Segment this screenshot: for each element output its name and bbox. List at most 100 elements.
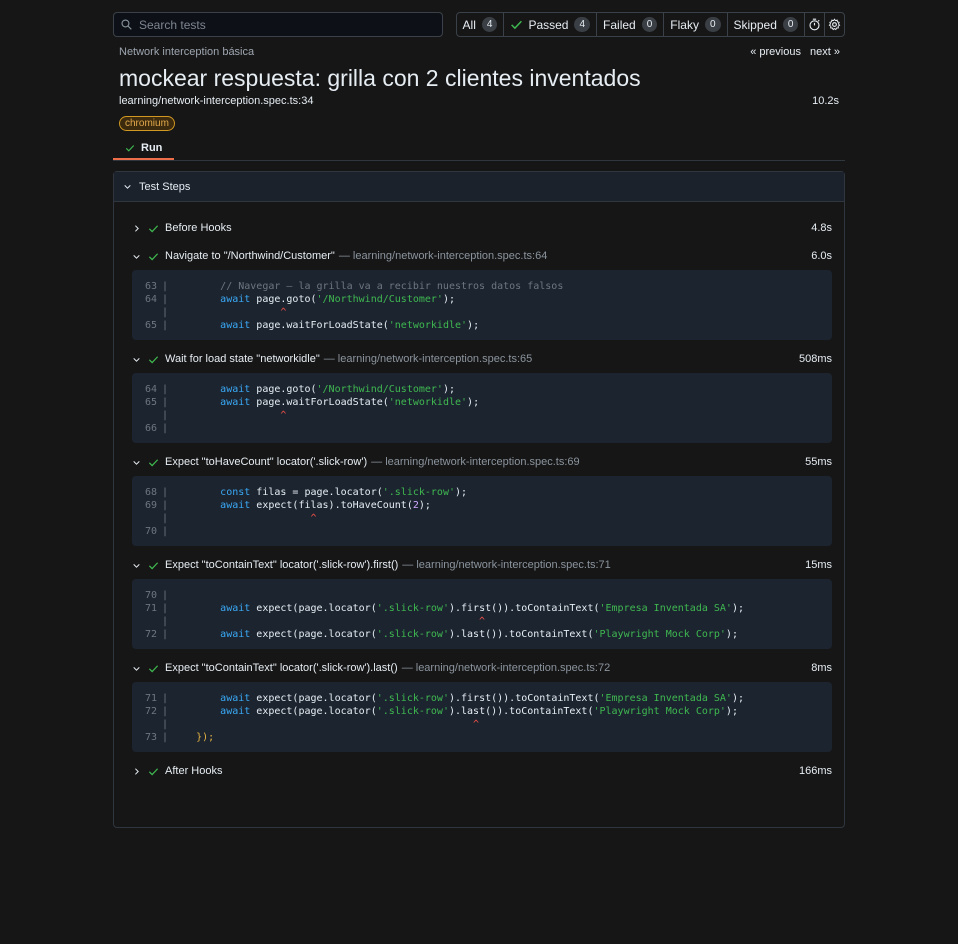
filter-failed[interactable]: Failed 0 [597, 13, 665, 36]
suite-name: Network interception básica [119, 46, 255, 58]
filter-flaky[interactable]: Flaky 0 [664, 13, 728, 36]
code-snippet: 68 | const filas = page.locator('.slick-r… [132, 476, 832, 546]
top-bar: All 4 Passed 4 Failed 0 Flaky 0 Skipped 0 [113, 12, 845, 37]
chevron-right-icon [135, 224, 139, 232]
line-number: 63 [144, 281, 157, 292]
search-box[interactable] [113, 12, 443, 37]
step-expect-have-count[interactable]: Expect "toHaveCount" locator('.slick-row… [114, 448, 844, 476]
code-line: 70 | [132, 525, 832, 538]
step-expect-contain-text-last[interactable]: Expect "toContainText" locator('.slick-r… [114, 654, 844, 682]
step-location[interactable]: — learning/network-interception.spec.ts:… [402, 662, 611, 674]
step-label: After Hooks [165, 765, 223, 777]
check-icon [148, 252, 159, 260]
code-text: 'networkidle' [388, 320, 468, 331]
step-location[interactable]: — learning/network-interception.spec.ts:… [402, 559, 611, 571]
line-number: 70 [144, 590, 157, 601]
gutter: | [162, 500, 169, 511]
gear-icon [828, 18, 841, 31]
line-number: 72 [144, 629, 157, 640]
gutter: | [162, 281, 169, 292]
gutter: | [162, 423, 169, 434]
check-icon [148, 224, 159, 232]
code-text: '.slick-row' [376, 706, 449, 717]
code-text: ); [467, 320, 480, 331]
step-duration: 8ms [811, 662, 832, 674]
step-duration: 15ms [805, 559, 832, 571]
filter-count: 4 [574, 17, 591, 32]
code-text: const [220, 487, 251, 498]
search-input[interactable] [139, 17, 439, 32]
filter-passed[interactable]: Passed 4 [504, 13, 598, 36]
speedboard-button[interactable] [805, 13, 825, 36]
gutter: | [162, 590, 169, 601]
step-expect-contain-text-first[interactable]: Expect "toContainText" locator('.slick-r… [114, 551, 844, 579]
code-text: 'Playwright Mock Corp' [593, 629, 726, 640]
stopwatch-icon [809, 18, 820, 31]
step-location[interactable]: — learning/network-interception.spec.ts:… [371, 456, 580, 468]
check-icon [148, 355, 159, 363]
line-number: 66 [144, 423, 157, 434]
tab-run[interactable]: Run [113, 137, 175, 160]
step-after-hooks[interactable]: After Hooks 166ms [114, 757, 844, 785]
settings-button[interactable] [825, 13, 844, 36]
step-label: Expect "toHaveCount" locator('.slick-row… [165, 456, 368, 468]
code-text: '.slick-row' [376, 629, 449, 640]
code-text: ); [725, 706, 738, 717]
code-text: ); [442, 384, 455, 395]
next-link[interactable]: next » [810, 46, 840, 58]
project-tag[interactable]: chromium [119, 116, 175, 131]
search-icon [121, 19, 132, 30]
code-text: ); [418, 500, 431, 511]
line-number: 68 [144, 487, 157, 498]
line-number: 65 [144, 397, 157, 408]
chevron-down-icon [133, 460, 140, 465]
gutter: | [162, 513, 169, 524]
line-number: 71 [144, 693, 157, 704]
filter-label: Skipped [733, 17, 777, 32]
step-duration: 4.8s [811, 222, 832, 234]
line-number: 73 [144, 732, 157, 743]
code-text: ); [467, 397, 480, 408]
step-label: Expect "toContainText" locator('.slick-r… [165, 559, 399, 571]
code-line: 64 | await page.goto('/Northwind/Customer… [132, 383, 832, 396]
step-label: Wait for load state "networkidle" [165, 353, 320, 365]
code-snippet: 63 | // Navegar — la grilla va a recibir … [132, 270, 832, 340]
error-caret: ^ [479, 616, 486, 627]
page-title: mockear respuesta: grilla con 2 clientes… [119, 65, 641, 91]
step-location[interactable]: — learning/network-interception.spec.ts:… [324, 353, 533, 365]
code-snippet: 71 | await expect(page.locator('.slick-ro… [132, 682, 832, 752]
code-line: | ^ [132, 409, 832, 422]
step-label: Navigate to "/Northwind/Customer" [165, 250, 335, 262]
filter-skipped[interactable]: Skipped 0 [728, 13, 806, 36]
check-icon [148, 561, 159, 569]
chevron-down-icon [133, 563, 140, 568]
code-text: ); [454, 487, 468, 498]
test-file-location: learning/network-interception.spec.ts:34 [119, 95, 314, 107]
test-steps-panel: Test Steps Before Hooks 4.8s Navigate to… [113, 171, 845, 828]
step-location[interactable]: — learning/network-interception.spec.ts:… [339, 250, 548, 262]
code-text: expect(page.locator( [250, 603, 377, 614]
step-before-hooks[interactable]: Before Hooks 4.8s [114, 214, 844, 242]
code-text: '.slick-row' [376, 693, 449, 704]
file-row: learning/network-interception.spec.ts:34… [113, 95, 845, 109]
filter-all[interactable]: All 4 [457, 13, 505, 36]
step-wait-load-state[interactable]: Wait for load state "networkidle" — lear… [114, 345, 844, 373]
code-text: ).last()).toContainText( [448, 706, 594, 717]
test-steps-header[interactable]: Test Steps [114, 172, 844, 202]
step-navigate[interactable]: Navigate to "/Northwind/Customer" — lear… [114, 242, 844, 270]
gutter: | [162, 397, 169, 408]
step-duration: 508ms [798, 353, 832, 365]
previous-link[interactable]: « previous [750, 46, 801, 58]
filter-label: All [462, 17, 476, 32]
code-text: expect(filas).toHaveCount( [250, 500, 413, 511]
code-line: 69 | await expect(filas).toHaveCount(2); [132, 499, 832, 512]
line-number: 69 [144, 500, 157, 511]
code-text: ); [725, 629, 738, 640]
chevron-right-icon [135, 767, 139, 775]
report-container: All 4 Passed 4 Failed 0 Flaky 0 Skipped 0 Net… [113, 12, 845, 828]
code-text: await [220, 500, 251, 511]
check-icon [148, 458, 159, 466]
gutter: | [162, 307, 169, 318]
line-number: 70 [144, 526, 157, 537]
gutter: | [162, 603, 169, 614]
